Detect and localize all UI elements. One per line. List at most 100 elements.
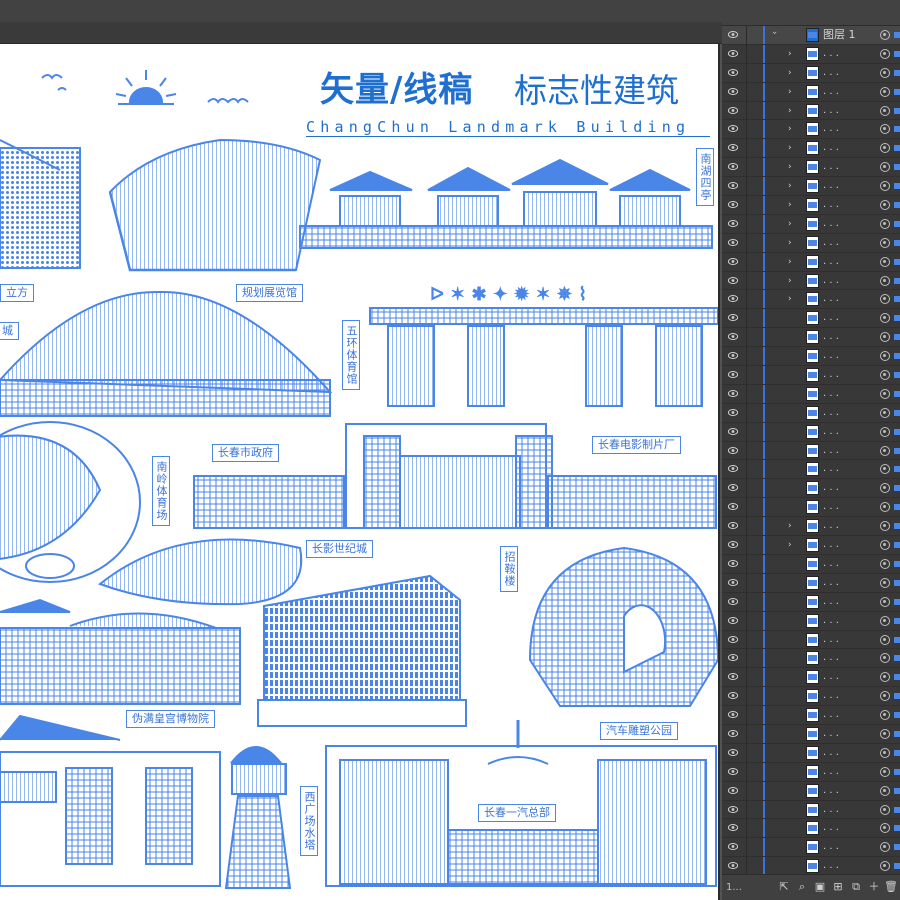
- layer-group-row[interactable]: › 图层 1: [722, 26, 900, 45]
- selection-indicator[interactable]: [894, 372, 900, 379]
- expand-chevron-icon[interactable]: ›: [788, 143, 796, 153]
- expand-chevron-icon[interactable]: ›: [788, 68, 796, 78]
- selection-indicator[interactable]: [894, 730, 900, 737]
- layer-row[interactable]: . . .: [722, 762, 900, 782]
- layer-row[interactable]: › . . .: [722, 63, 900, 83]
- selection-indicator[interactable]: [894, 353, 900, 360]
- selection-indicator[interactable]: [894, 315, 900, 322]
- layer-row[interactable]: . . .: [722, 554, 900, 574]
- artboard-canvas[interactable]: ᐅ ✶ ✱ ✦ ✹ ✶ ✵ ⌇ 矢量/线稿 标志性建筑 ChangChun La…: [0, 44, 720, 900]
- selection-indicator[interactable]: [894, 164, 900, 171]
- target-circle-icon[interactable]: [880, 823, 890, 834]
- target-circle-icon[interactable]: [880, 747, 890, 758]
- selection-indicator[interactable]: [894, 277, 900, 284]
- visibility-eye-icon[interactable]: [728, 238, 738, 246]
- selection-indicator[interactable]: [894, 202, 900, 209]
- layer-row[interactable]: › . . .: [722, 517, 900, 537]
- visibility-eye-icon[interactable]: [728, 219, 738, 227]
- visibility-eye-icon[interactable]: [728, 408, 738, 416]
- target-circle-icon[interactable]: [880, 426, 890, 437]
- layer-row[interactable]: . . .: [722, 347, 900, 367]
- target-circle-icon[interactable]: [880, 256, 890, 267]
- layer-row[interactable]: . . .: [722, 838, 900, 858]
- visibility-eye-icon[interactable]: [728, 389, 738, 397]
- target-circle-icon[interactable]: [880, 615, 890, 626]
- target-circle-icon[interactable]: [880, 30, 890, 40]
- expand-chevron-icon[interactable]: ›: [788, 181, 796, 191]
- expand-chevron-icon[interactable]: ›: [788, 521, 796, 531]
- selection-indicator[interactable]: [894, 560, 900, 567]
- expand-chevron-icon[interactable]: ›: [788, 162, 796, 172]
- visibility-eye-icon[interactable]: [728, 541, 738, 549]
- target-circle-icon[interactable]: [880, 388, 890, 399]
- layer-row[interactable]: › . . .: [722, 101, 900, 121]
- layer-row[interactable]: . . .: [722, 422, 900, 442]
- visibility-eye-icon[interactable]: [728, 68, 738, 76]
- expand-chevron-icon[interactable]: ›: [788, 49, 796, 59]
- target-circle-icon[interactable]: [880, 842, 890, 853]
- layer-row[interactable]: . . .: [722, 441, 900, 461]
- layer-row[interactable]: . . .: [722, 630, 900, 650]
- expand-chevron-icon[interactable]: ›: [788, 124, 796, 134]
- visibility-eye-icon[interactable]: [728, 786, 738, 794]
- visibility-eye-icon[interactable]: [728, 767, 738, 775]
- selection-indicator[interactable]: [894, 409, 900, 416]
- visibility-eye-icon[interactable]: [728, 276, 738, 284]
- layer-row[interactable]: › . . .: [722, 214, 900, 234]
- target-circle-icon[interactable]: [880, 237, 890, 248]
- target-circle-icon[interactable]: [880, 200, 890, 211]
- target-circle-icon[interactable]: [880, 653, 890, 664]
- target-circle-icon[interactable]: [880, 577, 890, 588]
- export-icon[interactable]: ⇱: [778, 881, 790, 893]
- visibility-eye-icon[interactable]: [728, 503, 738, 511]
- layer-row[interactable]: › . . .: [722, 177, 900, 197]
- visibility-eye-icon[interactable]: [728, 352, 738, 360]
- visibility-eye-icon[interactable]: [728, 144, 738, 152]
- selection-indicator[interactable]: [894, 50, 900, 57]
- selection-indicator[interactable]: [894, 220, 900, 227]
- visibility-eye-icon[interactable]: [728, 748, 738, 756]
- target-circle-icon[interactable]: [880, 558, 890, 569]
- selection-indicator[interactable]: [894, 183, 900, 190]
- visibility-eye-icon[interactable]: [728, 257, 738, 265]
- layer-row[interactable]: › . . .: [722, 271, 900, 291]
- delete-layer-icon[interactable]: 🗑: [884, 881, 898, 893]
- selection-indicator[interactable]: [894, 447, 900, 454]
- layer-row[interactable]: . . .: [722, 781, 900, 801]
- target-circle-icon[interactable]: [880, 370, 890, 381]
- selection-indicator[interactable]: [894, 598, 900, 605]
- layer-row[interactable]: . . .: [722, 498, 900, 518]
- expand-chevron-icon[interactable]: ›: [788, 106, 796, 116]
- layer-row[interactable]: › . . .: [722, 196, 900, 215]
- target-circle-icon[interactable]: [880, 294, 890, 305]
- selection-indicator[interactable]: [894, 296, 900, 303]
- expand-chevron-icon[interactable]: ›: [788, 257, 796, 267]
- expand-chevron-icon[interactable]: ›: [788, 200, 796, 210]
- target-circle-icon[interactable]: [880, 634, 890, 645]
- target-circle-icon[interactable]: [880, 181, 890, 192]
- selection-indicator[interactable]: [894, 466, 900, 473]
- target-circle-icon[interactable]: [880, 124, 890, 135]
- selection-indicator[interactable]: [894, 258, 900, 265]
- visibility-eye-icon[interactable]: [728, 106, 738, 114]
- layer-row[interactable]: › . . .: [722, 44, 900, 64]
- layer-row[interactable]: . . .: [722, 592, 900, 612]
- target-circle-icon[interactable]: [880, 313, 890, 324]
- layer-row[interactable]: . . .: [722, 384, 900, 404]
- layer-row[interactable]: . . .: [722, 819, 900, 839]
- locate-object-icon[interactable]: ⌕: [796, 881, 808, 893]
- layer-row[interactable]: . . .: [722, 649, 900, 669]
- visibility-eye-icon[interactable]: [728, 824, 738, 832]
- layer-row[interactable]: › . . .: [722, 536, 900, 555]
- layer-row[interactable]: › . . .: [722, 120, 900, 140]
- selection-indicator[interactable]: [894, 749, 900, 756]
- selection-indicator[interactable]: [894, 636, 900, 643]
- target-circle-icon[interactable]: [880, 728, 890, 739]
- target-circle-icon[interactable]: [880, 785, 890, 796]
- selection-indicator[interactable]: [894, 787, 900, 794]
- visibility-eye-icon[interactable]: [728, 427, 738, 435]
- layer-row[interactable]: › . . .: [722, 252, 900, 272]
- selection-indicator[interactable]: [894, 32, 900, 38]
- visibility-eye-icon[interactable]: [728, 295, 738, 303]
- visibility-eye-icon[interactable]: [728, 711, 738, 719]
